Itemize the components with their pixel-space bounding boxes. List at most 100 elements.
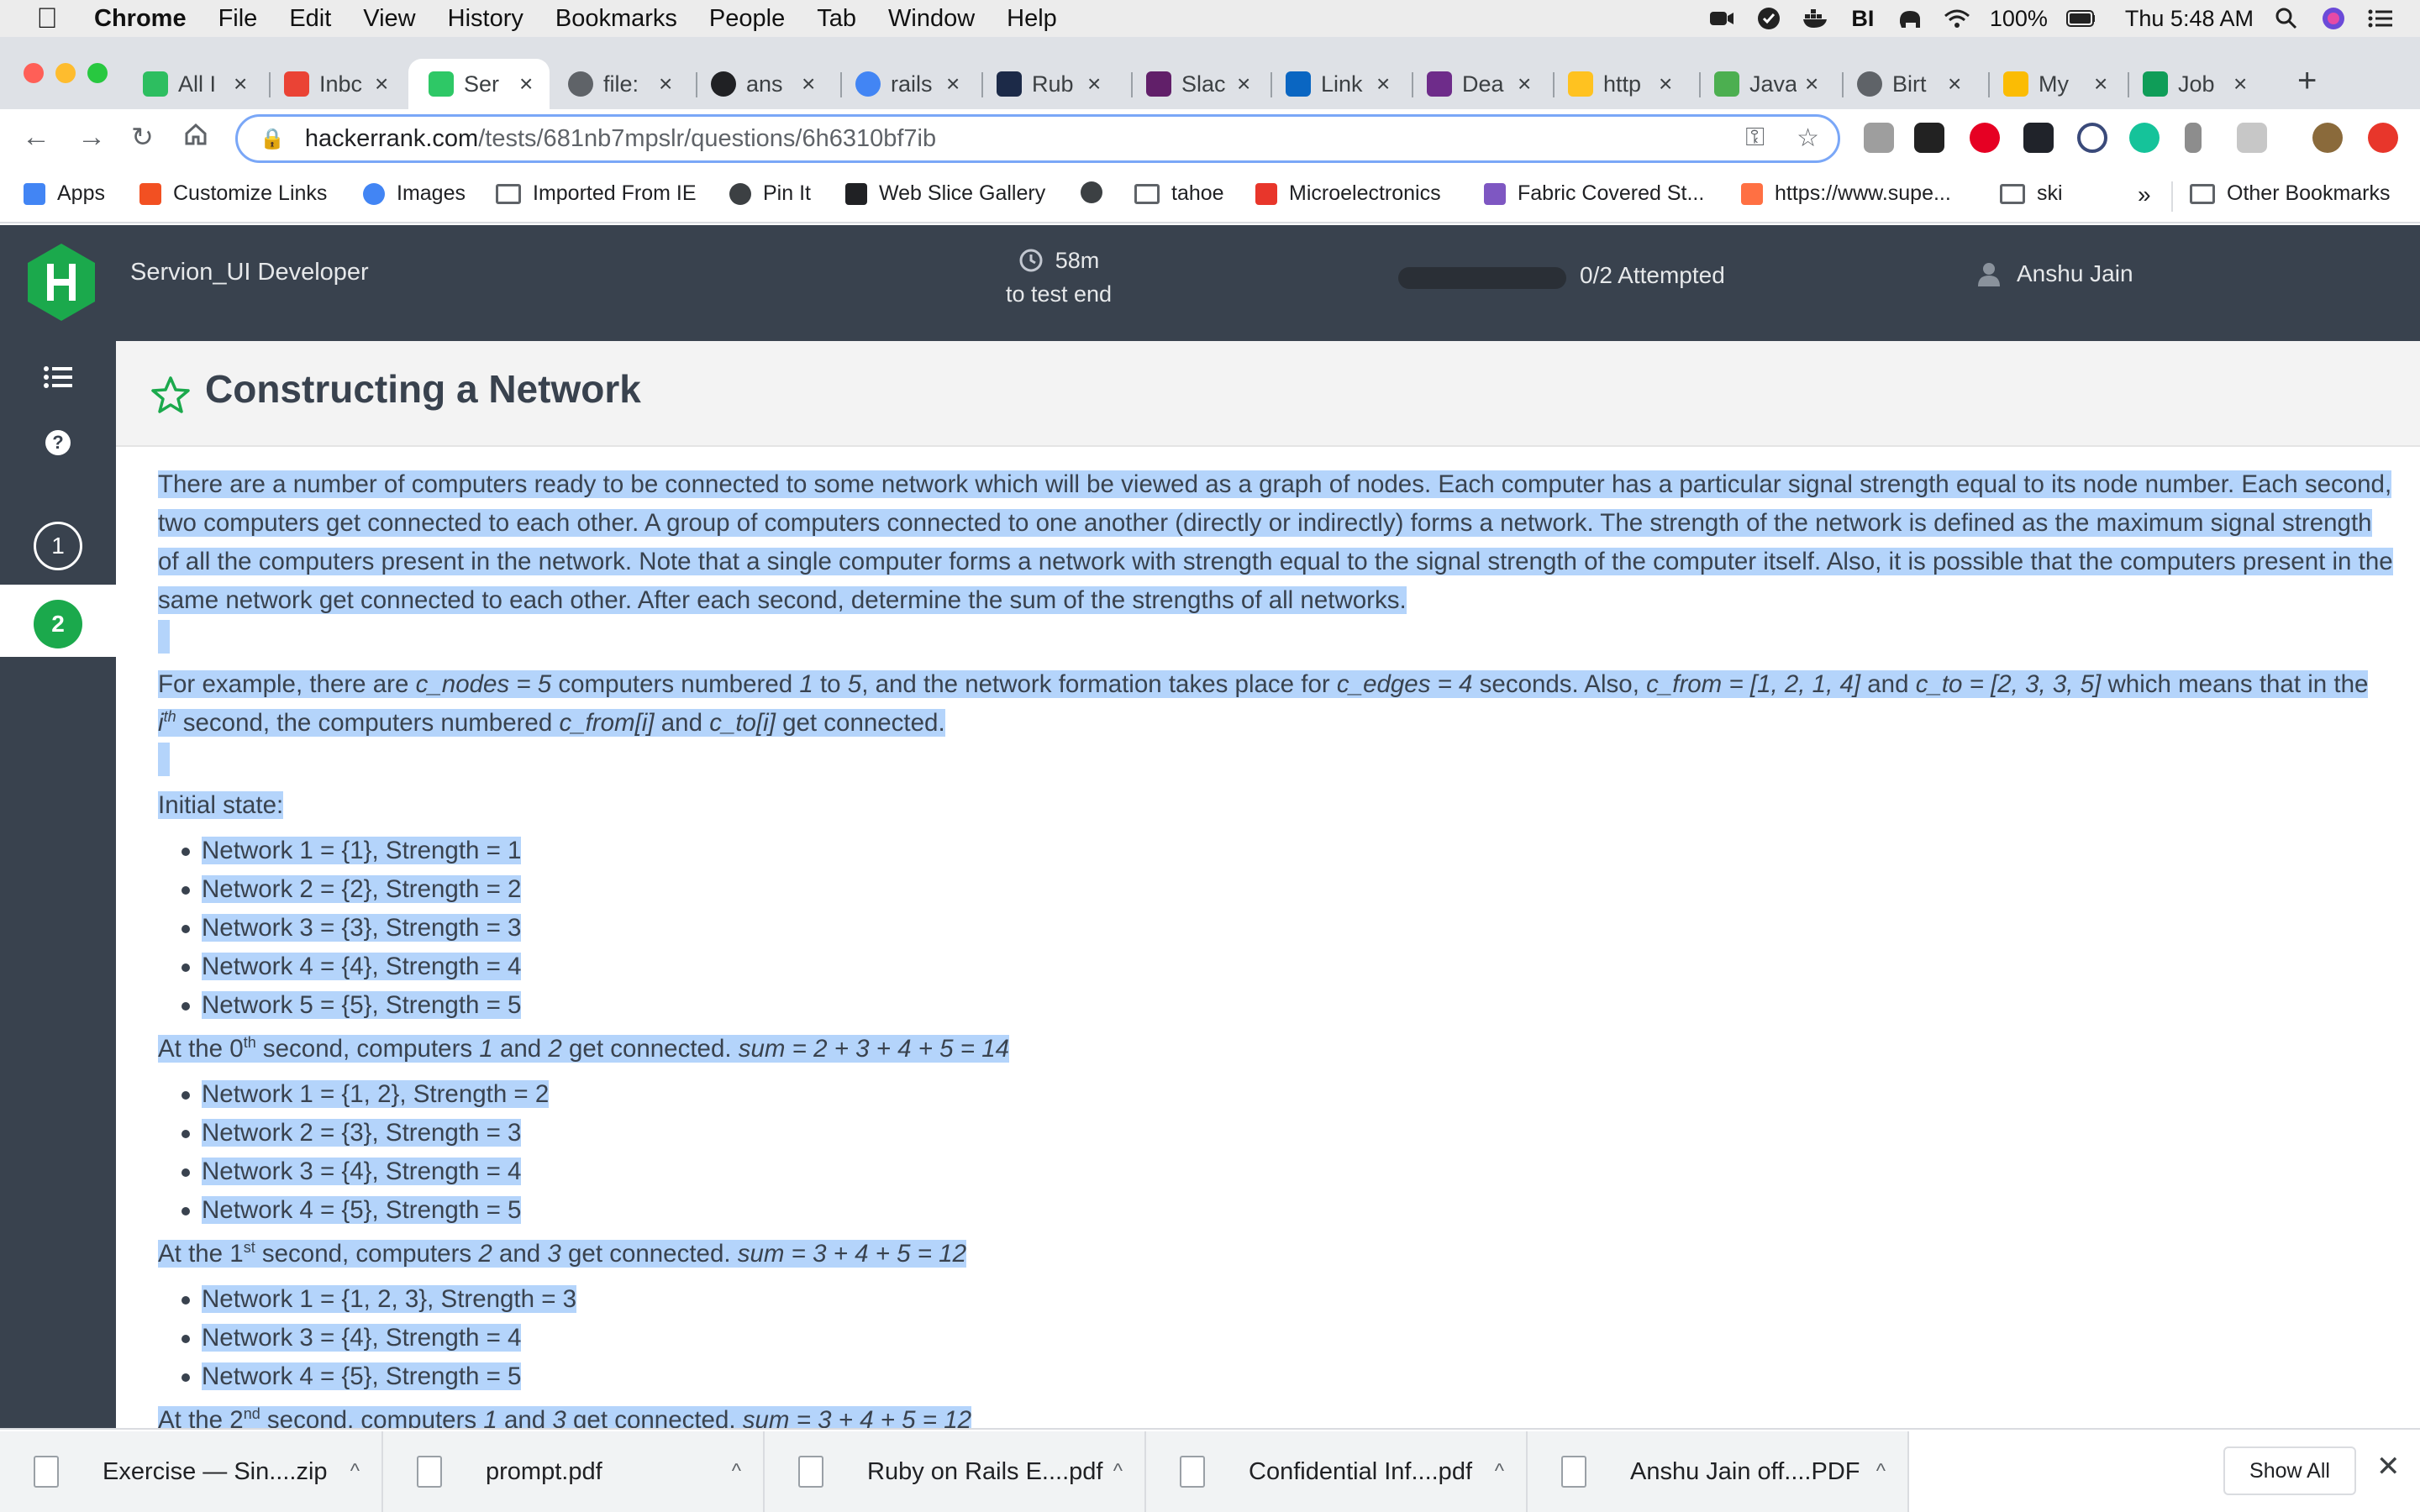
checkmark-circle-icon[interactable] — [1754, 7, 1783, 30]
chevron-up-icon[interactable]: ^ — [732, 1460, 741, 1483]
bookmark-item[interactable]: Images — [363, 181, 466, 206]
chevron-up-icon[interactable]: ^ — [1495, 1460, 1504, 1483]
back-button[interactable]: ← — [22, 121, 50, 154]
browser-tab[interactable]: ans × — [711, 59, 815, 109]
chevron-up-icon[interactable]: ^ — [1876, 1460, 1886, 1483]
menu-view[interactable]: View — [363, 5, 415, 33]
close-tab-icon[interactable]: × — [1805, 71, 1818, 97]
menu-edit[interactable]: Edit — [289, 5, 331, 33]
browser-tab[interactable]: rails × — [855, 59, 960, 109]
browser-tab[interactable]: Rub × — [997, 59, 1101, 109]
bookmark-item[interactable] — [1081, 181, 1114, 203]
menubar-clock[interactable]: Thu 5:48 AM — [2125, 6, 2254, 32]
browser-tab[interactable]: My × — [2003, 59, 2107, 109]
reload-button[interactable]: ↻ — [131, 121, 154, 153]
browser-tab[interactable]: Ser × — [408, 59, 550, 109]
browser-tab[interactable]: http × — [1568, 59, 1672, 109]
bookmark-item[interactable]: Fabric Covered St... — [1484, 181, 1704, 206]
battery-charging-icon[interactable] — [2065, 7, 2095, 30]
user-menu[interactable]: Anshu Jain — [1976, 260, 2133, 287]
bookmarks-overflow-button[interactable]: » — [2138, 181, 2151, 208]
close-tab-icon[interactable]: × — [375, 71, 388, 97]
close-tab-icon[interactable]: × — [802, 71, 815, 97]
menu-people[interactable]: People — [709, 5, 785, 33]
bookmark-star-icon[interactable]: ☆ — [1797, 123, 1819, 153]
close-tab-icon[interactable]: × — [1087, 71, 1101, 97]
wifi-icon[interactable] — [1943, 7, 1971, 30]
menu-bookmarks[interactable]: Bookmarks — [555, 5, 677, 33]
help-icon[interactable]: ? — [40, 425, 76, 460]
extension-pinterest-icon[interactable] — [1970, 123, 2000, 153]
address-bar[interactable]: 🔒 hackerrank.com/tests/681nb7mpslr/quest… — [235, 114, 1840, 163]
menu-app-name[interactable]: Chrome — [94, 5, 187, 33]
bookmark-item[interactable]: Customize Links — [139, 181, 327, 206]
bookmark-question-star-icon[interactable] — [150, 375, 192, 417]
extension-react-icon[interactable] — [2023, 123, 2054, 153]
chevron-up-icon[interactable]: ^ — [1113, 1460, 1123, 1483]
menu-help[interactable]: Help — [1007, 5, 1057, 33]
close-tab-icon[interactable]: × — [1518, 71, 1531, 97]
extension-reader-icon[interactable] — [2185, 123, 2202, 153]
menu-tab[interactable]: Tab — [817, 5, 856, 33]
hackerrank-logo-icon[interactable] — [25, 242, 97, 323]
browser-tab[interactable]: Slac × — [1146, 59, 1250, 109]
download-item[interactable]: Ruby on Rails E....pdf ^ — [765, 1431, 1146, 1512]
other-bookmarks[interactable]: Other Bookmarks — [2190, 181, 2391, 206]
minimize-window-button[interactable] — [55, 63, 76, 83]
bookmark-item[interactable]: Pin It — [729, 181, 811, 206]
bookmark-item[interactable]: Apps — [24, 181, 105, 206]
question-1-button[interactable]: 1 — [34, 522, 82, 570]
browser-tab[interactable]: All I × — [143, 59, 247, 109]
zoom-video-icon[interactable] — [1707, 7, 1736, 30]
close-tab-icon[interactable]: × — [1237, 71, 1250, 97]
show-all-downloads-button[interactable]: Show All — [2223, 1446, 2356, 1495]
bookmark-item[interactable]: Imported From IE — [496, 181, 697, 206]
close-tab-icon[interactable]: × — [234, 71, 247, 97]
browser-tab[interactable]: Dea × — [1427, 59, 1531, 109]
close-tab-icon[interactable]: × — [946, 71, 960, 97]
download-item[interactable]: prompt.pdf ^ — [383, 1431, 765, 1512]
extension-buffer-icon[interactable] — [1914, 123, 1944, 153]
apple-menu-icon[interactable]:  — [0, 3, 94, 35]
bookmark-item[interactable]: tahoe — [1134, 181, 1224, 206]
browser-tab[interactable]: Job × — [2143, 59, 2247, 109]
menu-history[interactable]: History — [448, 5, 523, 33]
bookmark-item[interactable]: Microelectronics — [1255, 181, 1441, 206]
lock-icon[interactable]: 🔒 — [260, 127, 285, 151]
extension-chart-icon[interactable] — [1864, 123, 1894, 153]
menu-file[interactable]: File — [218, 5, 258, 33]
close-window-button[interactable] — [24, 63, 44, 83]
close-shelf-icon[interactable]: ✕ — [2376, 1450, 2401, 1483]
close-tab-icon[interactable]: × — [1659, 71, 1672, 97]
notification-center-icon[interactable] — [2366, 7, 2395, 30]
profile-avatar[interactable] — [2312, 123, 2343, 153]
forward-button[interactable]: → — [77, 121, 106, 154]
chevron-up-icon[interactable]: ^ — [350, 1460, 360, 1483]
download-item[interactable]: Confidential Inf....pdf ^ — [1146, 1431, 1528, 1512]
bookmark-item[interactable]: Web Slice Gallery — [845, 181, 1045, 206]
extension-update-icon[interactable] — [2368, 123, 2398, 153]
close-tab-icon[interactable]: × — [1948, 71, 1961, 97]
question-2-button[interactable]: 2 — [34, 600, 82, 648]
close-tab-icon[interactable]: × — [519, 71, 533, 97]
extension-gray-icon[interactable] — [2237, 123, 2267, 153]
elephant-icon[interactable] — [1896, 7, 1924, 30]
browser-tab[interactable]: file: × — [568, 59, 672, 109]
maximize-window-button[interactable] — [87, 63, 108, 83]
extension-block-icon[interactable] — [2077, 123, 2107, 153]
extension-grammarly-icon[interactable] — [2129, 123, 2160, 153]
browser-tab[interactable]: Link × — [1286, 59, 1390, 109]
browser-tab[interactable]: Java × — [1714, 59, 1818, 109]
close-tab-icon[interactable]: × — [659, 71, 672, 97]
close-tab-icon[interactable]: × — [2233, 71, 2247, 97]
question-list-icon[interactable] — [40, 360, 76, 395]
close-tab-icon[interactable]: × — [2094, 71, 2107, 97]
download-item[interactable]: Exercise — Sin....zip ^ — [0, 1431, 383, 1512]
close-tab-icon[interactable]: × — [1376, 71, 1390, 97]
new-tab-button[interactable]: + — [2297, 62, 2317, 100]
bi-app-icon[interactable]: BI — [1849, 6, 1877, 31]
siri-icon[interactable] — [2319, 7, 2348, 30]
docker-icon[interactable] — [1802, 7, 1830, 30]
spotlight-search-icon[interactable] — [2272, 7, 2301, 30]
home-button[interactable] — [183, 121, 208, 154]
